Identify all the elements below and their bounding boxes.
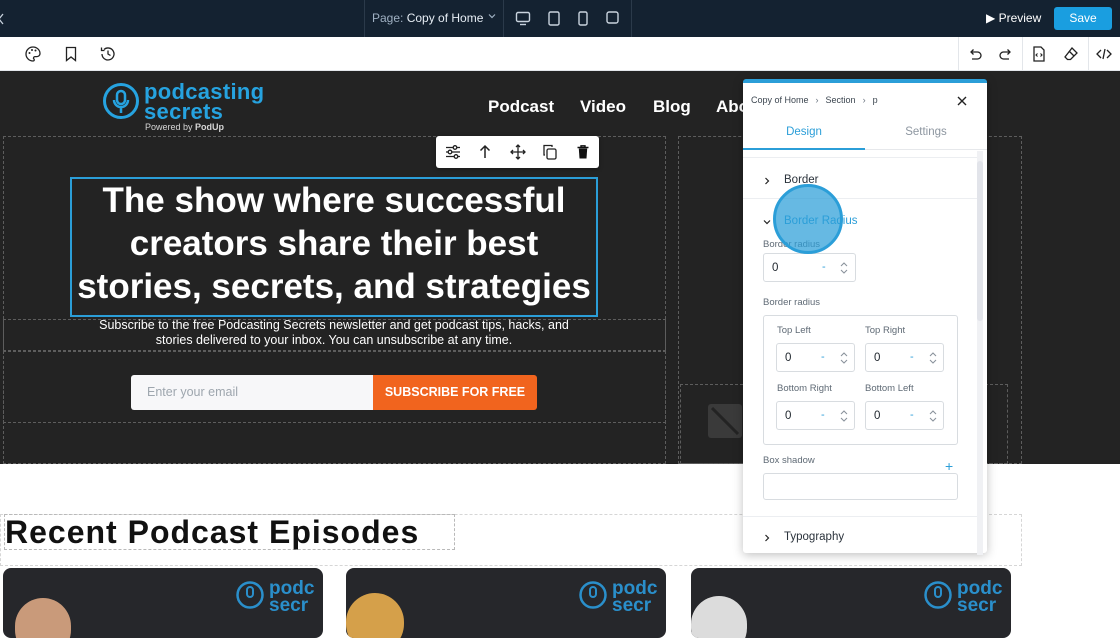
episode-thumbnail: [691, 596, 747, 638]
tab-design[interactable]: Design: [743, 126, 865, 150]
hero-paragraph[interactable]: Subscribe to the free Podcasting Secrets…: [90, 318, 578, 348]
mobile-view-icon[interactable]: [578, 11, 588, 26]
stepper-icon[interactable]: [929, 351, 937, 365]
add-shadow-icon[interactable]: +: [945, 458, 953, 474]
corner-radius-label: Border radius: [763, 297, 821, 308]
hero-heading[interactable]: The show where successful creators share…: [70, 177, 598, 317]
close-icon[interactable]: [956, 95, 968, 107]
logo-text: podcasting secrets: [144, 79, 265, 124]
code-file-icon[interactable]: [1030, 45, 1048, 63]
bookmark-icon[interactable]: [62, 45, 80, 63]
nav-item-podcast[interactable]: Podcast: [488, 97, 554, 117]
episode-thumbnail: [346, 593, 404, 638]
divider: [364, 0, 365, 37]
bottom-right-label: Bottom Right: [777, 383, 832, 394]
unit-select[interactable]: -: [821, 409, 825, 421]
box-shadow-input[interactable]: [763, 473, 958, 500]
scrollbar-thumb[interactable]: [977, 161, 983, 321]
top-right-radius-input[interactable]: 0 -: [865, 343, 944, 372]
section-typography[interactable]: Typography: [784, 531, 844, 543]
bottom-right-radius-input[interactable]: 0 -: [776, 401, 855, 430]
sliders-icon[interactable]: [444, 143, 462, 161]
trash-icon[interactable]: [574, 143, 592, 161]
stepper-icon[interactable]: [840, 261, 848, 275]
stepper-icon[interactable]: [840, 409, 848, 423]
bottom-left-radius-input[interactable]: 0 -: [865, 401, 944, 430]
editor-toolbar: [0, 37, 1120, 71]
play-icon: ▶: [986, 11, 996, 25]
breadcrumb-item-page[interactable]: Copy of Home: [751, 95, 809, 105]
chevron-left-icon[interactable]: [0, 13, 4, 25]
episode-card-logo: podc secr: [612, 578, 658, 616]
chevron-right-icon: ›: [862, 95, 866, 105]
duplicate-icon[interactable]: [541, 143, 559, 161]
preview-button[interactable]: ▶ Preview: [986, 11, 1041, 25]
email-input[interactable]: Enter your email: [131, 375, 374, 410]
top-bar: Page: Copy of Home ▶ Preview Save: [0, 0, 1120, 37]
stepper-icon[interactable]: [840, 351, 848, 365]
nav-item-blog[interactable]: Blog: [653, 97, 691, 117]
unit-select[interactable]: -: [821, 351, 825, 363]
logo-powered-by: Powered by PodUp: [145, 122, 225, 132]
divider: [1022, 37, 1023, 71]
nav-item-video[interactable]: Video: [580, 97, 626, 117]
tab-settings[interactable]: Settings: [865, 126, 987, 150]
divider: [1088, 37, 1089, 71]
code-icon[interactable]: [1095, 45, 1113, 63]
top-right-label: Top Right: [865, 325, 906, 336]
chevron-right-icon[interactable]: [763, 534, 771, 542]
divider: [503, 0, 504, 37]
cursor-highlight: [773, 184, 843, 254]
episode-card[interactable]: podc secr: [3, 568, 323, 638]
desktop-view-icon[interactable]: [515, 11, 531, 26]
bottom-left-label: Bottom Left: [865, 383, 914, 394]
undo-icon[interactable]: [966, 45, 984, 63]
breadcrumb: Copy of Home › Section › p: [751, 95, 878, 105]
save-button[interactable]: Save: [1054, 7, 1112, 30]
episode-card-logo: podc secr: [957, 578, 1003, 616]
episode-card-logo: podc secr: [269, 578, 315, 616]
palette-icon[interactable]: [24, 45, 42, 63]
divider: [743, 157, 977, 158]
unit-select[interactable]: -: [910, 351, 914, 363]
top-left-radius-input[interactable]: 0 -: [776, 343, 855, 372]
custom-view-icon[interactable]: [606, 11, 619, 24]
divider: [631, 0, 632, 37]
subscribe-button[interactable]: SUBSCRIBE FOR FREE: [373, 375, 537, 410]
unit-select[interactable]: -: [822, 261, 826, 273]
eraser-icon[interactable]: [1062, 45, 1080, 63]
episode-card[interactable]: podc secr: [346, 568, 666, 638]
divider: [743, 516, 977, 517]
podcast-mic-logo-icon[interactable]: [102, 82, 140, 120]
page-selector[interactable]: Page: Copy of Home: [372, 11, 483, 25]
breadcrumb-item-element[interactable]: p: [873, 95, 878, 105]
element-toolbar: [436, 136, 599, 168]
page-name: Copy of Home: [406, 11, 484, 25]
top-left-label: Top Left: [777, 325, 811, 336]
box-shadow-label: Box shadow: [763, 455, 815, 466]
tablet-view-icon[interactable]: [548, 11, 560, 26]
chevron-down-icon[interactable]: [763, 218, 771, 226]
podcast-mic-logo-icon: [924, 581, 952, 609]
chevron-right-icon[interactable]: [763, 177, 771, 185]
stepper-icon[interactable]: [929, 409, 937, 423]
redo-icon[interactable]: [997, 45, 1015, 63]
breadcrumb-item-section[interactable]: Section: [826, 95, 856, 105]
chevron-down-icon[interactable]: [488, 12, 496, 20]
unit-select[interactable]: -: [910, 409, 914, 421]
episode-thumbnail: [15, 598, 71, 638]
podcast-mic-logo-icon: [236, 581, 264, 609]
style-panel: Copy of Home › Section › p Design Settings B…: [743, 79, 987, 555]
episodes-heading[interactable]: Recent Podcast Episodes: [4, 514, 455, 550]
arrow-up-icon[interactable]: [476, 143, 494, 161]
divider: [958, 37, 959, 71]
image-placeholder-icon: [708, 404, 742, 438]
podcast-mic-logo-icon: [579, 581, 607, 609]
episode-card[interactable]: podc secr: [691, 568, 1011, 638]
history-icon[interactable]: [99, 45, 117, 63]
move-icon[interactable]: [509, 143, 527, 161]
border-radius-input[interactable]: 0 -: [763, 253, 856, 282]
chevron-right-icon: ›: [815, 95, 819, 105]
page-label: Page:: [372, 11, 404, 25]
